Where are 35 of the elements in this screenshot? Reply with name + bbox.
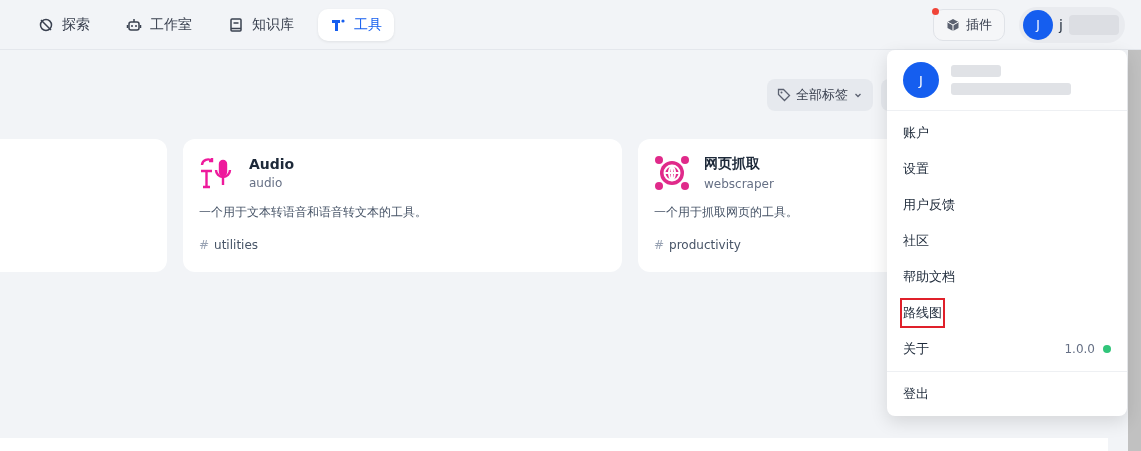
menu-item[interactable]: 关于 [900,334,932,364]
tool-id: audio [249,176,284,190]
menu-item[interactable]: 用户反馈 [900,190,958,220]
nav-tab[interactable]: 工具 [318,8,394,41]
menu-item[interactable]: 社区 [900,226,932,256]
tag-filter-button[interactable]: 全部标签 [767,79,873,111]
tool-description: 一个用于文本转语音和语音转文本的工具。 [199,205,428,220]
filter-label: 全部标签 [796,86,848,104]
tag-icon [777,88,791,102]
nav-tab[interactable]: 知识库 [216,8,306,41]
tool-title: Audio [249,156,295,172]
menu-item[interactable]: 设置 [900,154,932,184]
nav-tab[interactable]: 工作室 [114,8,204,41]
menu-item[interactable]: 路线图 [900,298,945,328]
tool-tag: productivity [669,238,741,252]
user-menu-button[interactable]: J j [1019,6,1125,43]
globe-network-icon [654,155,690,191]
tool-title: 网页抓取 [704,155,761,173]
user-avatar: J [1023,9,1053,40]
tool-id: webscraper [704,177,774,191]
tool-tag: utilities [214,238,259,252]
cube-icon [946,17,960,32]
hash-mark: # [654,238,665,252]
user-avatar: J [903,62,939,98]
nav-tab[interactable]: 探索 [26,8,102,41]
plugins-button[interactable]: 插件 [933,8,1005,41]
tool-card[interactable]: Audio audio 一个用于文本转语音和语音转文本的工具。 # utilities [183,139,622,272]
book-icon [228,16,244,33]
menu-item[interactable]: 登出 [900,379,932,409]
scrollbar[interactable] [1128,50,1141,451]
user-name: j [1059,16,1063,33]
robot-icon [126,16,142,33]
version-text: 1.0.0 [1064,342,1095,356]
redaction-block [951,65,1001,77]
hash-mark: # [199,238,210,252]
